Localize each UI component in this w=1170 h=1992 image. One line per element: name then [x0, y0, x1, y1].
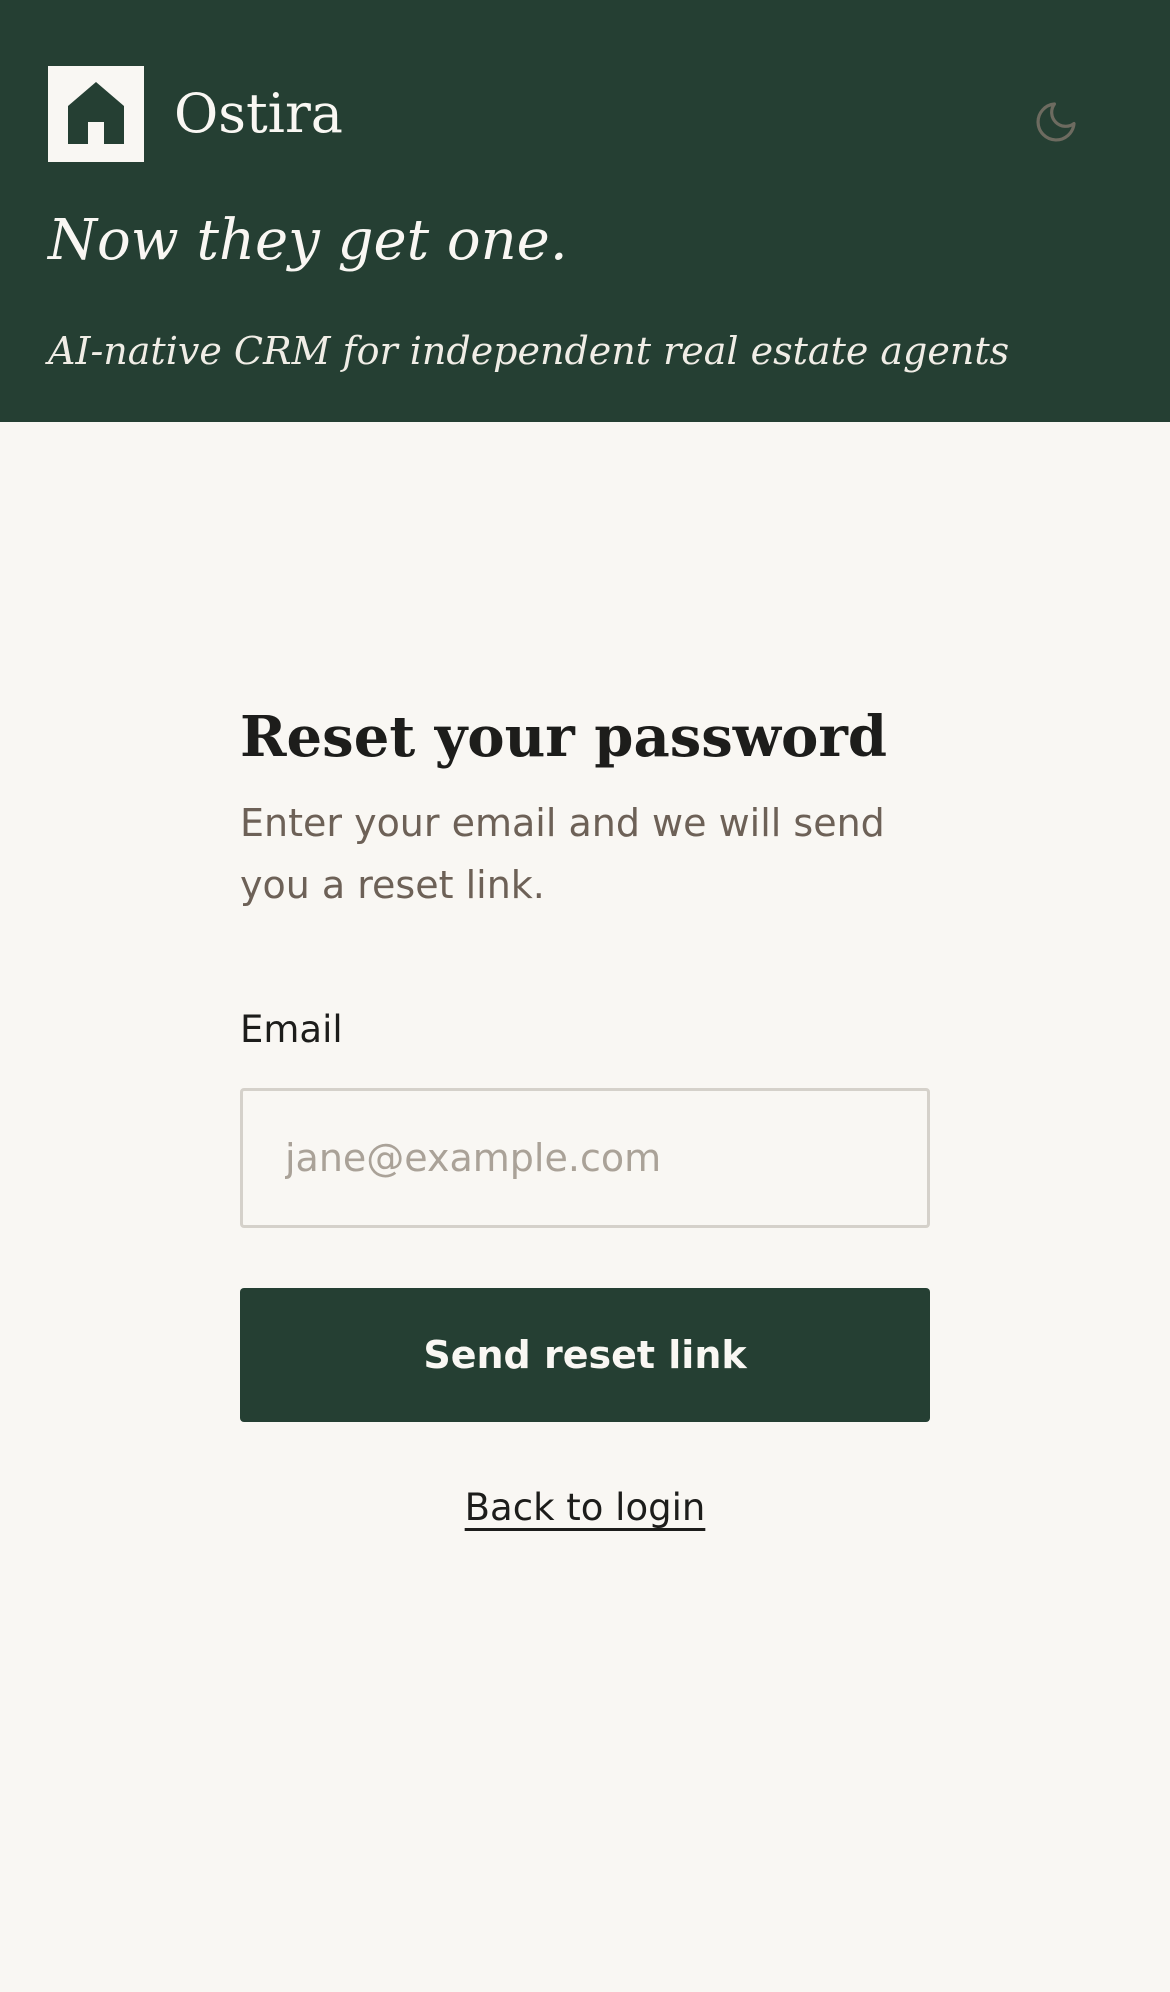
moon-icon	[1036, 102, 1076, 142]
reset-password-form: Reset your password Enter your email and…	[240, 692, 930, 1532]
form-description: Enter your email and we will send you a …	[240, 801, 885, 907]
back-to-login-link[interactable]: Back to login	[465, 1486, 706, 1529]
page-title: Reset your password	[240, 704, 888, 770]
brand-name: Ostira	[174, 82, 343, 145]
email-field[interactable]	[240, 1088, 930, 1228]
back-link-container: Back to login	[240, 1484, 930, 1532]
logo[interactable]	[48, 66, 144, 162]
hero-tagline: Now they get one.	[48, 208, 568, 273]
hero-subtagline: AI-native CRM for independent real estat…	[48, 329, 1010, 373]
email-label: Email	[240, 1008, 343, 1051]
app-header: Ostira Now they get one. AI-native CRM f…	[0, 0, 1170, 422]
theme-toggle-button[interactable]	[1030, 96, 1082, 148]
send-reset-link-button[interactable]: Send reset link	[240, 1288, 930, 1422]
house-icon	[68, 82, 124, 144]
